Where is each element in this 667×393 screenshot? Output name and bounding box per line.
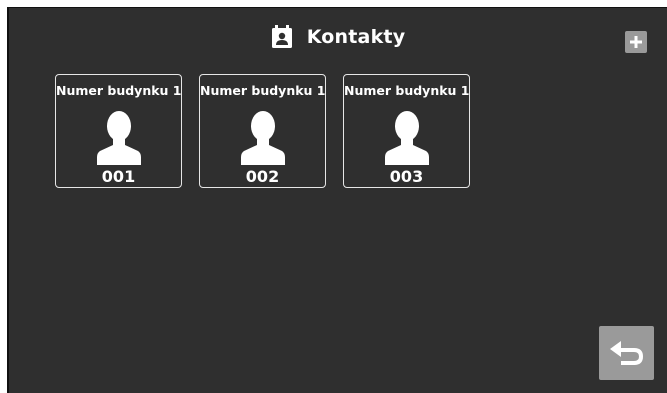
contact-card[interactable]: Numer budynku 1 001: [55, 74, 182, 188]
contact-list: Numer budynku 1 001 Numer budynku 1 002 …: [55, 74, 470, 188]
contact-name: Numer budynku 1: [200, 83, 325, 98]
contact-book-icon: [271, 25, 293, 49]
back-button[interactable]: [599, 326, 654, 380]
contact-card[interactable]: Numer budynku 1 003: [343, 74, 470, 188]
contact-number: 002: [245, 167, 280, 186]
person-icon: [241, 111, 285, 165]
contact-number: 003: [389, 167, 424, 186]
person-icon: [385, 111, 429, 165]
contacts-screen: Kontakty Numer budynku 1 001 Numer budyn…: [7, 7, 667, 393]
plus-icon: [630, 36, 642, 48]
return-arrow-icon: [609, 341, 643, 365]
page-header: Kontakty: [9, 22, 667, 52]
add-contact-button[interactable]: [625, 31, 647, 53]
contact-card[interactable]: Numer budynku 1 002: [199, 74, 326, 188]
contact-number: 001: [101, 167, 136, 186]
contact-name: Numer budynku 1: [56, 83, 181, 98]
page-title: Kontakty: [306, 26, 406, 48]
person-icon: [97, 111, 141, 165]
contact-name: Numer budynku 1: [344, 83, 469, 98]
